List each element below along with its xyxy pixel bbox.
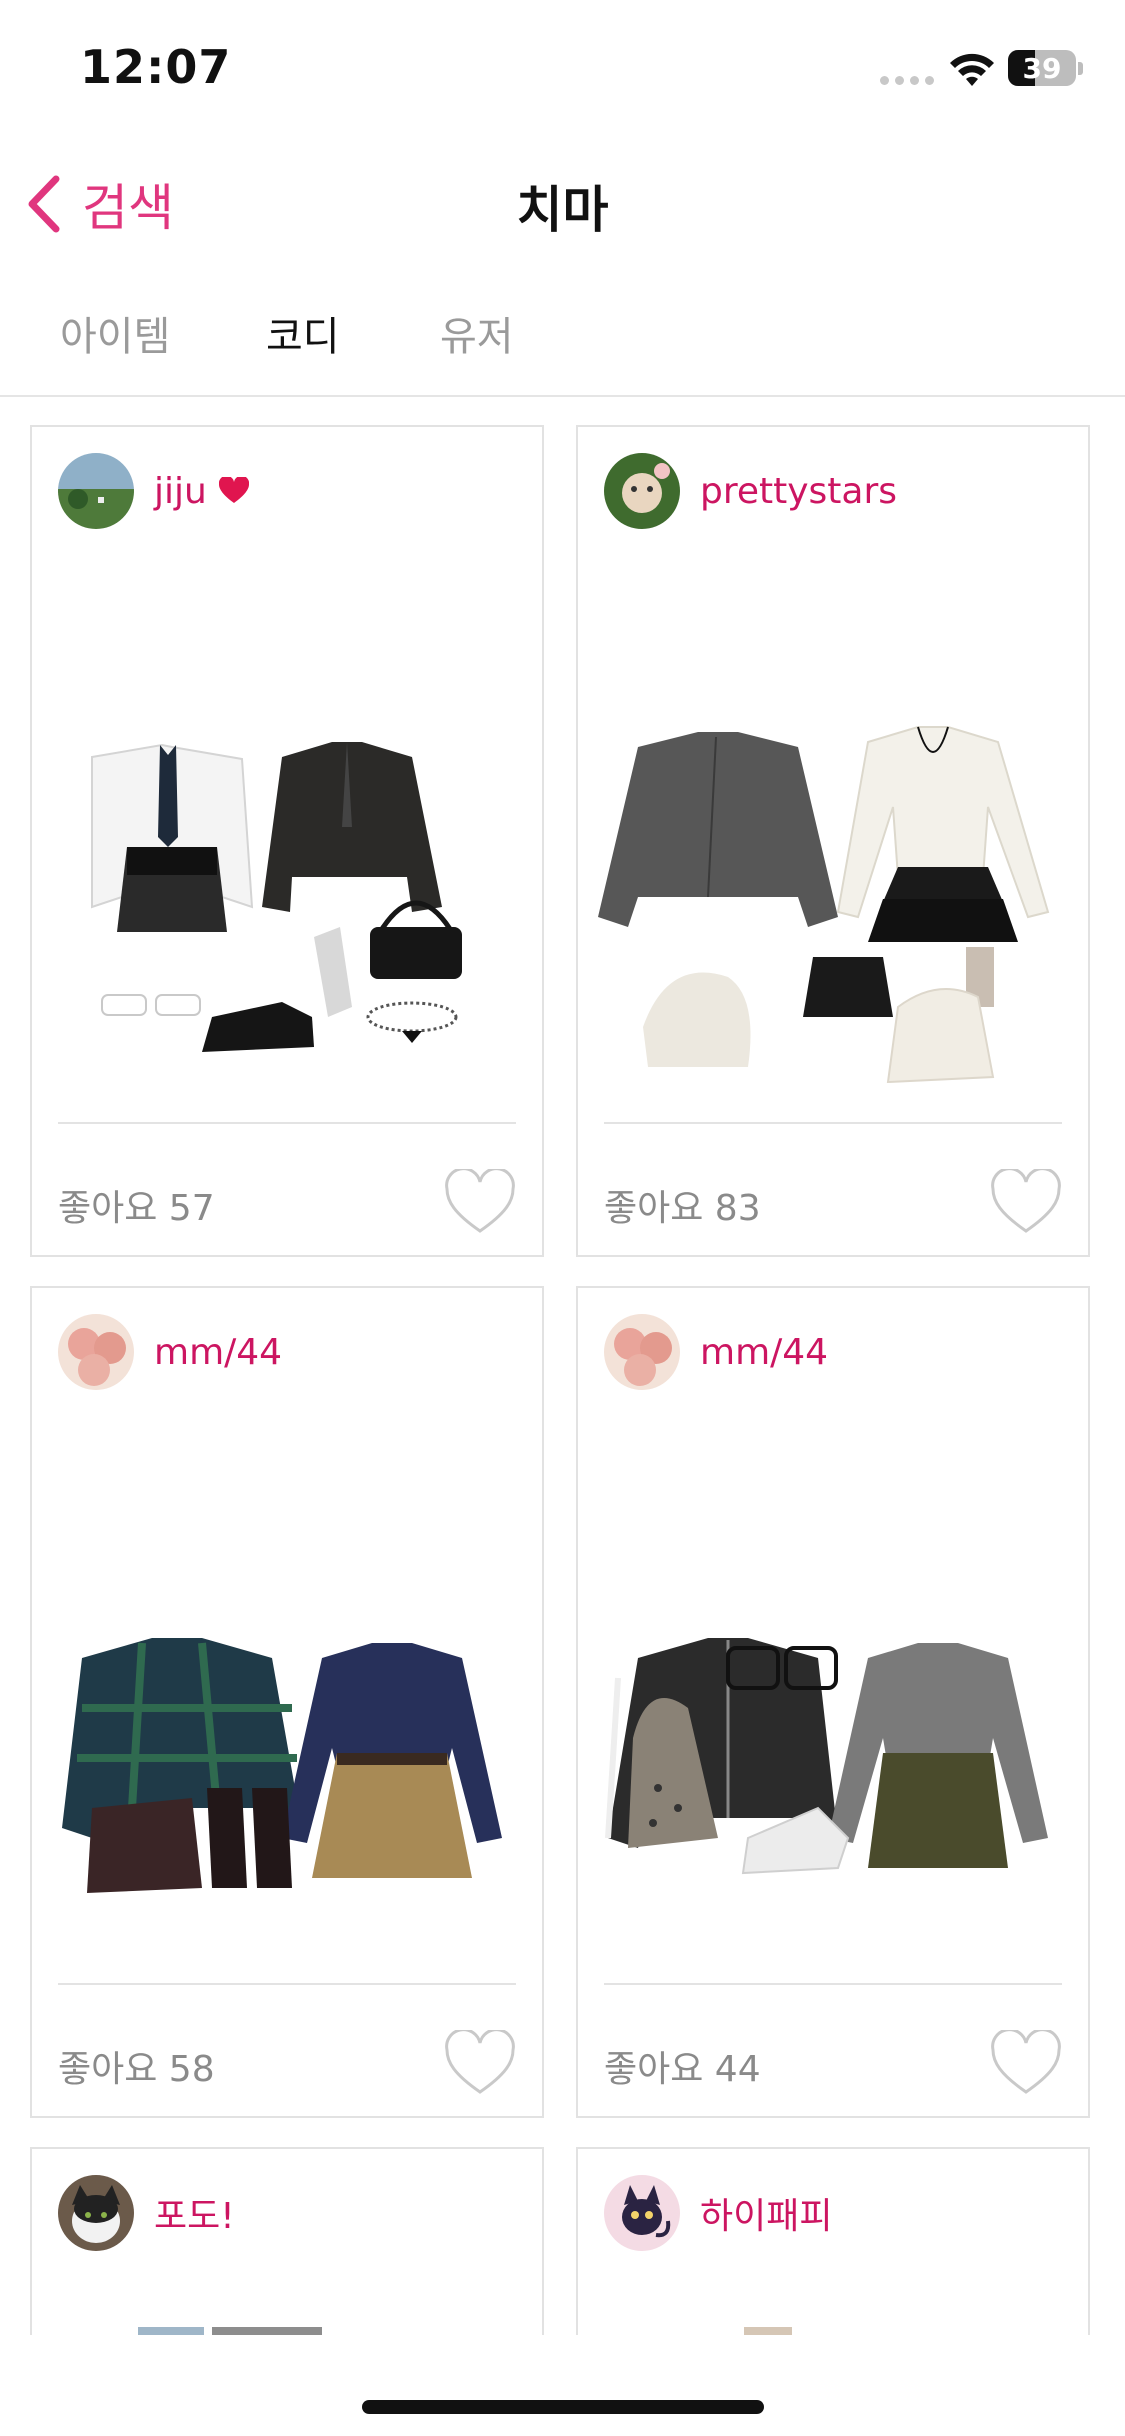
avatar — [604, 453, 680, 529]
status-time: 12:07 — [80, 40, 232, 94]
card-user[interactable]: mm/44 — [604, 1314, 828, 1390]
heart-icon[interactable] — [444, 2030, 516, 2096]
heart-icon[interactable] — [444, 1169, 516, 1235]
coordi-card[interactable]: jiju 좋아요 57 — [30, 425, 544, 1257]
tab-coordi[interactable]: 코디 — [266, 304, 340, 362]
navigation-bar: 검색 치마 — [0, 140, 1125, 260]
wifi-icon — [950, 53, 994, 86]
coordi-card[interactable]: prettystars 좋아요 83 — [576, 425, 1090, 1257]
card-user[interactable]: 포도! — [58, 2175, 235, 2251]
avatar — [58, 453, 134, 529]
username: mm/44 — [154, 1331, 283, 1373]
battery-icon: 39 — [1008, 50, 1076, 86]
username: 포도! — [154, 2196, 235, 2237]
card-user[interactable]: mm/44 — [58, 1314, 282, 1390]
card-user[interactable]: prettystars — [604, 453, 897, 529]
like-count: 좋아요 58 — [58, 2049, 215, 2090]
page-title: 치마 — [516, 181, 609, 239]
tab-items[interactable]: 아이템 — [60, 304, 170, 362]
username: 하이패피 — [700, 2196, 833, 2237]
tab-users[interactable]: 유저 — [440, 304, 514, 362]
coordi-card[interactable]: mm/44 좋아요 58 — [30, 1286, 544, 2118]
like-count: 좋아요 44 — [604, 2049, 761, 2090]
username: prettystars — [700, 470, 898, 512]
home-indicator — [362, 2400, 764, 2414]
segment-tabs: 아이템 코디 유저 — [0, 290, 1125, 397]
coordi-card[interactable]: 하이패피 — [576, 2147, 1090, 2335]
card-user[interactable]: 하이패피 — [604, 2175, 832, 2251]
username: mm/44 — [700, 1331, 829, 1373]
like-count: 좋아요 83 — [604, 1188, 761, 1229]
coordi-grid: jiju 좋아요 57 prettystars 좋아요 83 mm/44 좋아요… — [30, 425, 1094, 2335]
status-bar: 12:07 39 — [0, 0, 1125, 140]
avatar — [58, 1314, 134, 1390]
card-user[interactable]: jiju — [58, 453, 249, 529]
avatar — [604, 1314, 680, 1390]
outfit-image — [91, 742, 462, 1052]
coordi-card[interactable]: 포도! — [30, 2147, 544, 2335]
avatar — [604, 2175, 680, 2251]
heart-icon[interactable] — [990, 2030, 1062, 2096]
outfit-image — [62, 1638, 502, 1893]
heart-badge-icon — [218, 477, 249, 503]
avatar — [58, 2175, 134, 2251]
heart-icon[interactable] — [990, 1169, 1062, 1235]
username: jiju — [154, 470, 207, 512]
outfit-image — [598, 726, 1050, 1084]
like-count: 좋아요 57 — [58, 1188, 215, 1229]
coordi-card[interactable]: mm/44 좋아요 44 — [576, 1286, 1090, 2118]
outfit-image — [605, 1638, 1048, 1875]
battery-percent: 39 — [1022, 52, 1062, 85]
cellular-signal-icon — [880, 76, 934, 85]
